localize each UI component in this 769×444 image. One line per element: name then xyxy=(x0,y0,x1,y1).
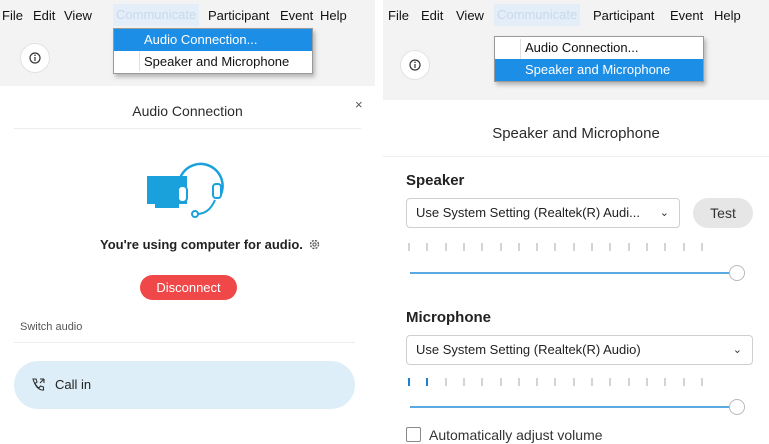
section-divider xyxy=(14,342,355,343)
level-tick xyxy=(408,243,410,251)
level-tick xyxy=(664,378,666,386)
level-tick xyxy=(445,243,447,251)
level-tick xyxy=(554,243,556,251)
level-tick xyxy=(536,378,538,386)
microphone-level-meter xyxy=(408,378,728,386)
auto-adjust-label: Automatically adjust volume xyxy=(429,427,603,443)
close-icon[interactable]: × xyxy=(355,97,363,112)
level-tick xyxy=(701,378,703,386)
panel-title: Audio Connection xyxy=(132,103,243,119)
computer-headset-icon xyxy=(147,162,224,218)
level-tick xyxy=(408,378,410,386)
phone-callin-icon xyxy=(32,378,45,391)
speaker-select[interactable]: Use System Setting (Realtek(R) Audi... ⌄ xyxy=(406,198,680,228)
chevron-down-icon: ⌄ xyxy=(659,207,669,219)
menu-participant[interactable]: Participant xyxy=(593,8,654,23)
speaker-level-meter xyxy=(408,243,728,251)
communicate-menu: Audio Connection... Speaker and Micropho… xyxy=(113,28,313,74)
menu-communicate[interactable]: Communicate xyxy=(113,4,200,26)
switch-audio-label: Switch audio xyxy=(20,321,83,333)
audio-status-text: You're using computer for audio. xyxy=(100,237,303,252)
gear-icon[interactable] xyxy=(308,238,321,251)
microphone-heading: Microphone xyxy=(406,309,491,326)
call-in-button[interactable]: Call in xyxy=(14,361,355,409)
level-tick xyxy=(518,378,520,386)
menu-participant[interactable]: Participant xyxy=(208,8,269,23)
chevron-down-icon: ⌄ xyxy=(732,344,742,356)
level-tick xyxy=(683,243,685,251)
menu-item-speaker-microphone[interactable]: Speaker and Microphone xyxy=(495,59,703,81)
communicate-menu: Audio Connection... Speaker and Micropho… xyxy=(494,36,704,82)
panel-title: Speaker and Microphone xyxy=(492,125,660,142)
audio-connection-window: File Edit View Communicate Participant E… xyxy=(0,0,375,444)
info-button[interactable] xyxy=(20,43,50,73)
level-tick xyxy=(701,243,703,251)
call-in-label: Call in xyxy=(55,377,92,392)
level-tick xyxy=(591,378,593,386)
level-tick xyxy=(481,378,483,386)
level-tick xyxy=(628,243,630,251)
level-tick xyxy=(664,243,666,251)
slider-thumb[interactable] xyxy=(729,265,745,281)
menu-file[interactable]: File xyxy=(388,8,409,23)
menu-item-audio-connection[interactable]: Audio Connection... xyxy=(495,37,703,59)
level-tick xyxy=(554,378,556,386)
level-tick xyxy=(426,243,428,251)
microphone-select[interactable]: Use System Setting (Realtek(R) Audio) ⌄ xyxy=(406,335,753,365)
menu-bar: File Edit View Communicate Participant E… xyxy=(383,0,769,33)
slider-track xyxy=(410,272,731,274)
level-tick xyxy=(481,243,483,251)
speaker-heading: Speaker xyxy=(406,172,465,189)
menu-item-speaker-microphone[interactable]: Speaker and Microphone xyxy=(114,51,312,73)
speaker-volume-slider[interactable] xyxy=(410,265,745,281)
level-tick xyxy=(609,243,611,251)
menu-communicate[interactable]: Communicate xyxy=(494,4,581,26)
microphone-select-value: Use System Setting (Realtek(R) Audio) xyxy=(416,342,641,357)
menu-item-audio-connection[interactable]: Audio Connection... xyxy=(114,29,312,51)
info-icon xyxy=(29,52,41,64)
slider-track xyxy=(410,406,731,408)
test-speaker-button[interactable]: Test xyxy=(693,198,753,228)
microphone-volume-slider[interactable] xyxy=(410,399,745,415)
menu-help[interactable]: Help xyxy=(714,8,741,23)
menu-file[interactable]: File xyxy=(2,8,23,23)
level-tick xyxy=(518,243,520,251)
level-tick xyxy=(500,243,502,251)
menu-event[interactable]: Event xyxy=(670,8,703,23)
auto-adjust-checkbox[interactable] xyxy=(406,427,421,442)
level-tick xyxy=(463,378,465,386)
level-tick xyxy=(609,378,611,386)
menu-view[interactable]: View xyxy=(64,8,92,23)
level-tick xyxy=(500,378,502,386)
level-tick xyxy=(646,243,648,251)
level-tick xyxy=(573,243,575,251)
title-divider xyxy=(383,156,769,157)
menu-edit[interactable]: Edit xyxy=(421,8,443,23)
disconnect-button[interactable]: Disconnect xyxy=(140,275,237,300)
menu-event[interactable]: Event xyxy=(280,8,313,23)
level-tick xyxy=(628,378,630,386)
info-button[interactable] xyxy=(400,50,430,80)
menu-edit[interactable]: Edit xyxy=(33,8,55,23)
level-tick xyxy=(646,378,648,386)
level-tick xyxy=(591,243,593,251)
slider-thumb[interactable] xyxy=(729,399,745,415)
level-tick xyxy=(445,378,447,386)
info-icon xyxy=(409,59,421,71)
level-tick xyxy=(683,378,685,386)
menu-help[interactable]: Help xyxy=(320,8,347,23)
speaker-select-value: Use System Setting (Realtek(R) Audi... xyxy=(416,205,640,220)
level-tick xyxy=(426,378,428,386)
level-tick xyxy=(463,243,465,251)
title-divider xyxy=(14,128,361,129)
level-tick xyxy=(536,243,538,251)
menu-view[interactable]: View xyxy=(456,8,484,23)
level-tick xyxy=(573,378,575,386)
speaker-microphone-window: File Edit View Communicate Participant E… xyxy=(383,0,769,444)
